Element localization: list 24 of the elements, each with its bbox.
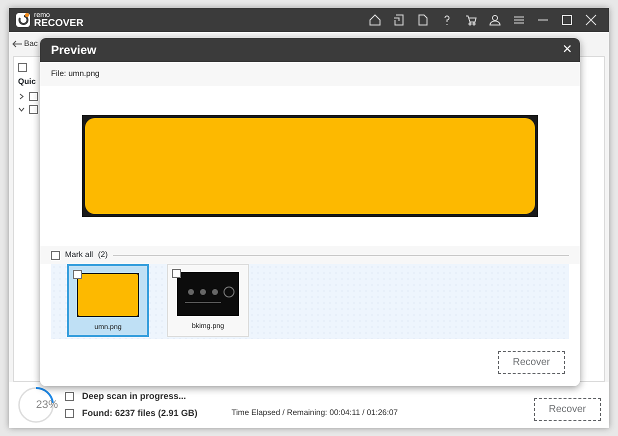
- back-arrow-icon[interactable]: [12, 40, 22, 48]
- thumbnail-image: [77, 273, 139, 317]
- section-label: Quic: [18, 76, 37, 88]
- pause-icon[interactable]: [65, 392, 74, 401]
- tree-checkbox[interactable]: [29, 105, 38, 114]
- tree-checkbox[interactable]: [29, 92, 38, 101]
- thumbnail-checkbox[interactable]: [73, 270, 82, 279]
- stop-icon[interactable]: [65, 409, 74, 418]
- thumbnail-image: [177, 272, 239, 316]
- progress-percent: 23%: [36, 398, 58, 413]
- time-info: Time Elapsed / Remaining: 00:04:11 / 01:26:07: [232, 407, 398, 419]
- select-checkbox[interactable]: [18, 63, 27, 72]
- mark-all-checkbox[interactable]: [51, 250, 60, 260]
- logo-name: RECOVER: [34, 18, 84, 28]
- scan-status: Deep scan in progress...: [82, 390, 186, 403]
- thumbnail-checkbox[interactable]: [172, 269, 181, 278]
- file-count: (2): [98, 249, 108, 261]
- file-name: File: umn.png: [51, 68, 100, 80]
- back-link[interactable]: Bac: [24, 38, 38, 50]
- close-button[interactable]: ×: [562, 42, 572, 58]
- dialog-title: Preview: [51, 42, 96, 59]
- found-count: Found: 6237 files (2.91 GB): [82, 407, 198, 420]
- logo-icon: [15, 12, 31, 28]
- mark-all-label: Mark all: [65, 249, 94, 261]
